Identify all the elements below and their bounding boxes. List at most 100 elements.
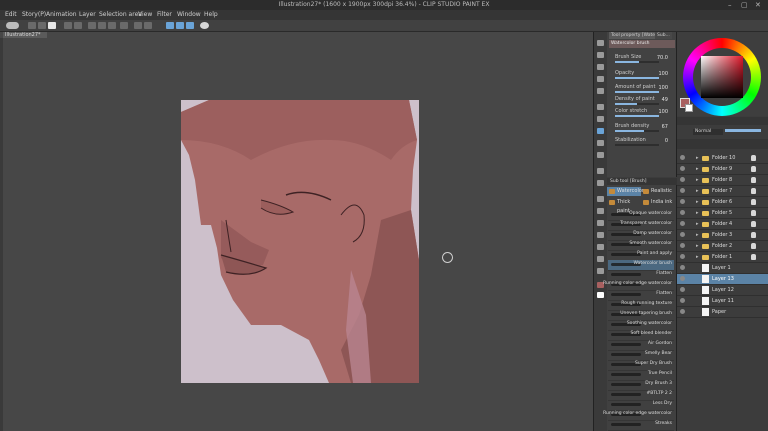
color-stretch-row[interactable]: Color stretch 100 — [615, 108, 675, 119]
menu-filter[interactable]: Filter — [157, 11, 172, 18]
lock-icon[interactable] — [751, 155, 756, 161]
expand-arrow-icon[interactable]: ▸ — [696, 155, 699, 161]
menu-animation[interactable]: Animation — [46, 11, 77, 18]
copy-icon[interactable] — [144, 22, 152, 29]
visibility-eye-icon[interactable] — [680, 210, 685, 215]
minimize-icon[interactable]: – — [728, 1, 732, 9]
sub-color-swatch[interactable] — [685, 104, 693, 112]
fill-icon[interactable] — [108, 22, 116, 29]
visibility-eye-icon[interactable] — [680, 232, 685, 237]
expand-arrow-icon[interactable]: ▸ — [696, 177, 699, 183]
move-tool-icon[interactable] — [597, 52, 604, 58]
menu-edit[interactable]: Edit — [5, 11, 17, 18]
visibility-eye-icon[interactable] — [680, 188, 685, 193]
maximize-icon[interactable]: ▢ — [741, 1, 748, 9]
open-icon[interactable] — [38, 22, 46, 29]
density-of-paint-slider[interactable] — [615, 103, 659, 105]
visibility-eye-icon[interactable] — [680, 166, 685, 171]
visibility-eye-icon[interactable] — [680, 177, 685, 182]
layer-row[interactable]: Layer 1 — [677, 263, 768, 274]
layer-row[interactable]: ▸ Folder 10 — [677, 153, 768, 164]
tab-sub-view[interactable]: Sub... — [655, 32, 672, 39]
expand-arrow-icon[interactable]: ▸ — [696, 188, 699, 194]
transform-icon[interactable] — [88, 22, 96, 29]
amount-of-paint-value[interactable]: 100 — [658, 85, 668, 91]
menu-selection[interactable]: Selection area — [99, 11, 142, 18]
brush-tool-icon[interactable] — [597, 128, 604, 134]
document-tab[interactable]: Illustration27* — [3, 32, 47, 38]
pen-tool-icon[interactable] — [597, 104, 604, 110]
amount-of-paint-slider[interactable] — [615, 91, 659, 93]
visibility-eye-icon[interactable] — [680, 298, 685, 303]
balloon-tool-icon[interactable] — [597, 256, 604, 262]
pencil-tool-icon[interactable] — [597, 116, 604, 122]
lock-icon[interactable] — [751, 199, 756, 205]
brush-item[interactable]: Streaks — [608, 420, 674, 431]
sub-color-icon[interactable] — [597, 292, 604, 298]
stabilization-row[interactable]: Stabilization 0 — [615, 137, 675, 148]
brush-density-slider[interactable] — [615, 130, 659, 132]
layer-row[interactable]: Layer 12 — [677, 285, 768, 296]
figure-tool-icon[interactable] — [597, 220, 604, 226]
save-icon[interactable] — [48, 22, 56, 29]
blend-tool-icon[interactable] — [597, 180, 604, 186]
lock-icon[interactable] — [751, 221, 756, 227]
layer-opacity-slider[interactable] — [725, 129, 761, 132]
visibility-eye-icon[interactable] — [680, 265, 685, 270]
gradient-tool-icon[interactable] — [597, 208, 604, 214]
eraser-tool-icon[interactable] — [597, 168, 604, 174]
visibility-eye-icon[interactable] — [680, 221, 685, 226]
saturation-value-square[interactable] — [701, 56, 743, 98]
visibility-eye-icon[interactable] — [680, 254, 685, 259]
visibility-eye-icon[interactable] — [680, 276, 685, 281]
decoration-tool-icon[interactable] — [597, 152, 604, 158]
opacity-value[interactable]: 100 — [658, 71, 668, 77]
layer-row[interactable]: ▸ Folder 2 — [677, 241, 768, 252]
layer-row[interactable]: ▸ Folder 3 — [677, 230, 768, 241]
vertical-scroll[interactable] — [0, 38, 3, 431]
menu-help[interactable]: Help — [204, 11, 218, 18]
expand-arrow-icon[interactable]: ▸ — [696, 243, 699, 249]
clip-studio-icon[interactable] — [6, 22, 19, 29]
layer-row[interactable]: ▸ Folder 7 — [677, 186, 768, 197]
layer-row[interactable]: ▸ Folder 5 — [677, 208, 768, 219]
group-watercolor[interactable]: Watercolor — [607, 187, 644, 196]
group-realistic[interactable]: Realistic — [641, 187, 675, 196]
frame-tool-icon[interactable] — [597, 232, 604, 238]
layer-row[interactable]: Layer 13 — [677, 274, 768, 285]
lock-icon[interactable] — [751, 232, 756, 238]
redo-icon[interactable] — [74, 22, 82, 29]
visibility-eye-icon[interactable] — [680, 309, 685, 314]
brush-density-row[interactable]: Brush density 67 — [615, 123, 675, 134]
clear-icon[interactable] — [120, 22, 128, 29]
visibility-eye-icon[interactable] — [680, 155, 685, 160]
expand-arrow-icon[interactable]: ▸ — [696, 221, 699, 227]
amount-of-paint-row[interactable]: Amount of paint 100 — [615, 84, 675, 95]
close-icon[interactable]: ✕ — [755, 1, 761, 9]
expand-arrow-icon[interactable]: ▸ — [696, 210, 699, 216]
layer-row[interactable]: Layer 11 — [677, 296, 768, 307]
layer-row[interactable]: ▸ Folder 1 — [677, 252, 768, 263]
layer-row[interactable]: ▸ Folder 9 — [677, 164, 768, 175]
expand-arrow-icon[interactable]: ▸ — [696, 199, 699, 205]
text-tool-icon[interactable] — [597, 244, 604, 250]
brush-size-slider[interactable] — [615, 61, 659, 63]
lock-icon[interactable] — [751, 254, 756, 260]
blend-mode-select[interactable]: Normal — [693, 129, 723, 135]
layer-row[interactable]: Paper — [677, 307, 768, 318]
color-stretch-slider[interactable] — [615, 115, 659, 117]
menu-layer[interactable]: Layer — [79, 11, 96, 18]
visibility-eye-icon[interactable] — [680, 199, 685, 204]
density-of-paint-value[interactable]: 49 — [662, 97, 668, 103]
density-of-paint-row[interactable]: Density of paint 49 — [615, 96, 675, 107]
lock-icon[interactable] — [751, 177, 756, 183]
brush-density-value[interactable]: 67 — [662, 124, 668, 130]
menu-view[interactable]: View — [138, 11, 152, 18]
layer-row[interactable]: ▸ Folder 8 — [677, 175, 768, 186]
lock-icon[interactable] — [751, 243, 756, 249]
new-file-icon[interactable] — [28, 22, 36, 29]
layer-row[interactable]: ▸ Folder 6 — [677, 197, 768, 208]
group-india-ink[interactable]: India ink — [641, 198, 675, 207]
rotate-icon[interactable] — [98, 22, 106, 29]
visibility-eye-icon[interactable] — [680, 243, 685, 248]
